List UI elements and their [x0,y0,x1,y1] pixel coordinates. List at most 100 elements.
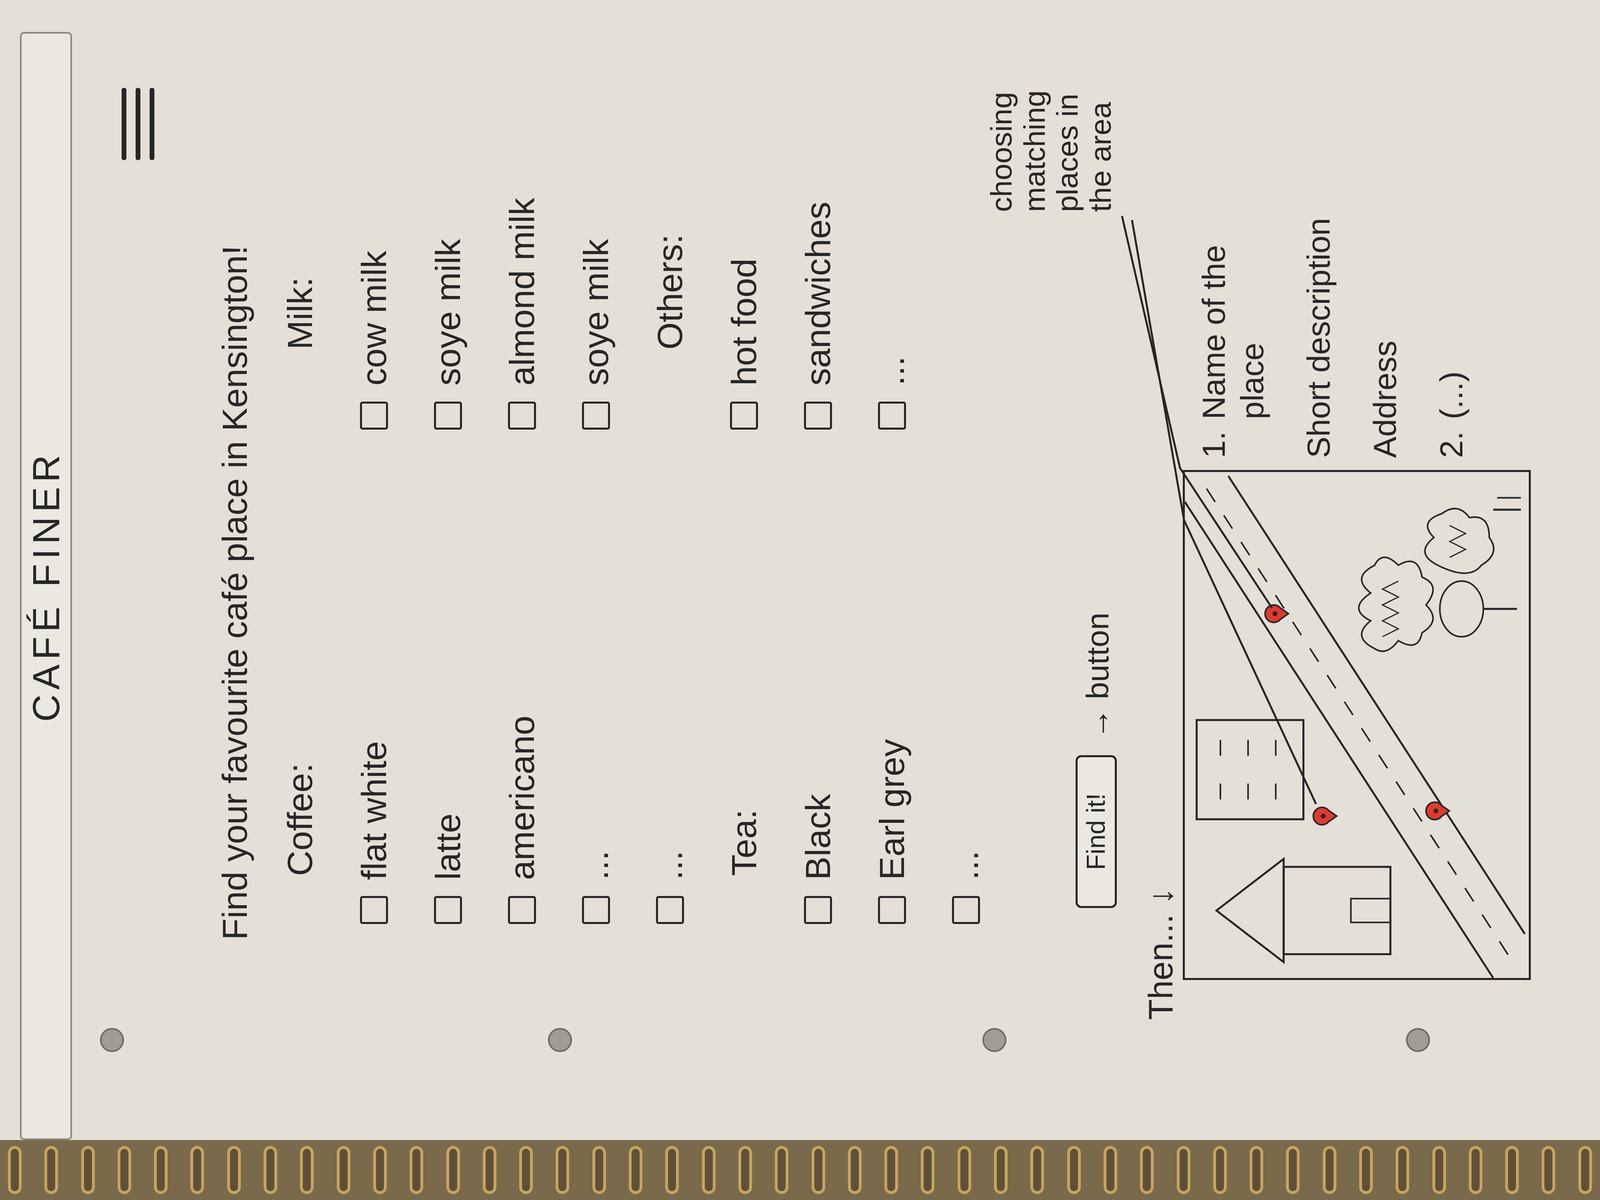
result-number: 1. [1194,431,1234,458]
group-heading: Tea: [706,429,781,924]
option-row[interactable]: ... [558,429,633,924]
connector-lines-icon [0,0,1600,1200]
spiral-coil [628,1146,643,1194]
checkbox[interactable] [804,401,832,430]
option-row[interactable]: Black [780,429,855,924]
spiral-coil [848,1146,862,1194]
checkbox[interactable] [952,896,980,924]
checkbox[interactable] [582,401,610,430]
spiral-coil [1030,1146,1044,1194]
spiral-coil [1432,1146,1446,1194]
option-row[interactable]: ... [928,429,1003,924]
checkbox[interactable] [508,401,536,430]
spiral-coil [8,1146,22,1194]
group-heading: Others: [632,32,707,430]
result-item[interactable]: 1.Name of the placeShort descriptionAddr… [1194,171,1405,458]
spiral-coil [446,1146,460,1194]
spiral-coil [555,1146,570,1194]
button-note: → button [1079,612,1117,740]
spiral-coil [1322,1146,1337,1194]
option-row[interactable]: soye milk [410,32,485,430]
map-drawing-icon [1184,472,1529,978]
option-label: ... [870,356,914,386]
menu-icon[interactable] [120,88,156,160]
spiral-coil [519,1146,533,1194]
checkbox[interactable] [878,401,906,430]
option-row[interactable]: americano [484,429,559,924]
heading-label: Milk: [278,277,322,350]
option-column: Coffee:flat whitelatteamericano......Tea… [262,429,1003,924]
option-row[interactable]: hot food [706,32,781,430]
spiral-coil [263,1146,278,1194]
checkbox[interactable] [656,896,684,924]
spiral-coil [409,1146,424,1194]
option-row[interactable]: sandwiches [780,32,855,430]
spiral-coil [1541,1146,1556,1194]
spiral-coil [1176,1146,1191,1194]
menu-row [120,32,156,1140]
sketch-content: CAFÉ FINER Find your favourite café plac… [0,0,1600,1140]
option-column: Milk: cow milk soye milk almond milk soye mi… [262,32,1003,430]
option-row[interactable]: ... [632,429,707,924]
spiral-coil [300,1146,314,1194]
spiral-coil [738,1146,752,1194]
spiral-coil [702,1146,716,1194]
option-row[interactable]: soye milk [558,32,633,430]
punch-hole [1406,1028,1430,1052]
result-heading: 2. (...) [1432,171,1471,458]
result-number: 2. [1432,431,1471,458]
option-label: Earl grey [870,739,914,880]
spiral-coil [1395,1146,1410,1194]
map[interactable] [1182,470,1531,980]
checkbox[interactable] [434,401,462,430]
spiral-coil [227,1146,241,1194]
result-address: Address [1366,171,1405,458]
option-label: americano [500,715,544,880]
then-note: Then... ↓ [1140,887,1182,1020]
option-label: soye milk [574,238,618,386]
checkbox[interactable] [360,896,388,924]
spiral-coil [373,1146,387,1194]
button-row: Find it! → button choosing matching plac… [1002,32,1139,1140]
option-row[interactable]: flat white [336,429,411,924]
checkbox[interactable] [804,896,832,924]
checkbox[interactable] [434,896,462,924]
punch-hole [548,1028,572,1052]
option-row[interactable]: latte [410,429,485,924]
punch-hole [982,1028,1007,1052]
spiral-coil [994,1146,1008,1194]
checkbox[interactable] [878,896,906,924]
option-row[interactable]: almond milk [484,32,559,430]
spiral-coil [1213,1146,1227,1194]
map-note: choosing matching places in the area [984,52,1117,212]
spiral-coil [920,1146,935,1194]
option-label: soye milk [426,238,470,386]
checkbox[interactable] [730,401,758,430]
spiral-coil [1067,1146,1081,1194]
option-label: cow milk [352,250,396,386]
result-item[interactable]: 2. (...) [1432,171,1471,458]
group-heading: Coffee: [262,429,337,924]
spiral-coil [1505,1146,1519,1194]
result-name: (...) [1432,171,1471,420]
spiral-coil [190,1146,204,1194]
option-row[interactable]: cow milk [336,32,411,430]
option-label: Black [796,794,840,880]
app-title: CAFÉ FINER [25,450,68,722]
option-row[interactable]: ... [854,32,929,430]
checkbox[interactable] [582,896,610,924]
punch-hole [100,1028,124,1052]
spiral-coil [811,1146,826,1194]
spiral-coil [81,1146,95,1194]
checkbox[interactable] [360,401,388,430]
option-label: flat white [352,741,396,880]
spiral-coil [1140,1146,1154,1194]
spiral-coil [1103,1146,1118,1194]
find-button[interactable]: Find it! [1075,755,1117,908]
button-label: Find it! [1081,793,1111,870]
checkbox[interactable] [508,896,536,924]
spiral-coil [1578,1146,1592,1194]
group-heading: Milk: [262,32,337,430]
result-description: Short description [1299,171,1338,458]
option-row[interactable]: Earl grey [854,429,929,924]
